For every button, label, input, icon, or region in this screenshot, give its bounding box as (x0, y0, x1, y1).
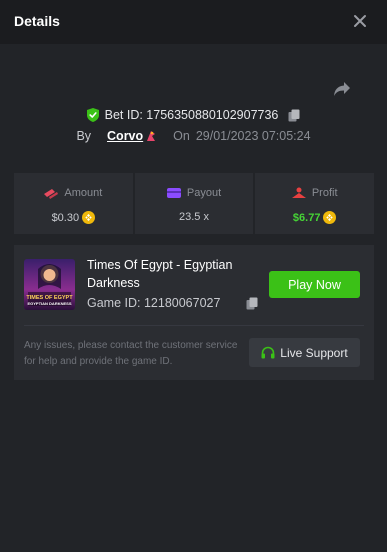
stat-profit: Profit $6.77 (255, 173, 375, 234)
shield-check-icon (86, 108, 99, 122)
headset-icon (261, 346, 275, 358)
user-badge-icon (147, 131, 156, 141)
username-link[interactable]: Corvo (107, 129, 143, 143)
live-support-button[interactable]: Live Support (249, 338, 360, 367)
game-title[interactable]: Times Of Egypt - Egyptian Darkness (87, 256, 257, 292)
coin-icon (82, 211, 96, 224)
bet-stats: Amount $0.30 Payout 23.5 x Profit $6.77 (14, 173, 375, 234)
play-now-button[interactable]: Play Now (269, 271, 360, 298)
share-icon[interactable] (333, 81, 351, 97)
copy-icon[interactable] (246, 297, 258, 310)
bet-id-row: Bet ID: 1756350880102907736 (0, 106, 387, 124)
close-icon[interactable] (353, 14, 367, 28)
support-notice: Any issues, please contact the customer … (24, 340, 238, 367)
bet-timestamp: 29/01/2023 07:05:24 (195, 129, 311, 143)
bet-id: Bet ID: 1756350880102907736 (104, 108, 279, 122)
payout-value: 23.5 x (179, 211, 209, 223)
bet-author-row: By Corvo On 29/01/2023 07:05:24 (0, 127, 387, 145)
divider (24, 325, 364, 326)
amount-value: $0.30 (51, 211, 80, 224)
on-label: On (173, 129, 190, 143)
copy-icon[interactable] (288, 109, 300, 122)
profit-label: Profit (311, 187, 338, 199)
game-card: TIMES OF EGYPT EGYPTIAN DARKNESS Times O… (14, 245, 374, 380)
amount-icon (44, 189, 59, 199)
payout-icon (166, 188, 181, 198)
profit-icon (291, 187, 306, 198)
game-thumbnail[interactable]: TIMES OF EGYPT EGYPTIAN DARKNESS (24, 259, 75, 310)
game-id: Game ID: 12180067027 (87, 296, 221, 310)
thumb-subtitle-text: EGYPTIAN DARKNESS (27, 301, 71, 306)
details-header: Details (0, 0, 387, 44)
payout-label: Payout (186, 187, 222, 199)
profit-value: $6.77 (292, 211, 321, 224)
live-support-label: Live Support (280, 345, 348, 360)
amount-label: Amount (64, 187, 103, 199)
stat-amount: Amount $0.30 (14, 173, 133, 234)
stat-payout: Payout 23.5 x (134, 173, 254, 234)
by-label: By (76, 129, 92, 143)
coin-icon (323, 211, 337, 224)
page-title: Details (14, 13, 60, 29)
